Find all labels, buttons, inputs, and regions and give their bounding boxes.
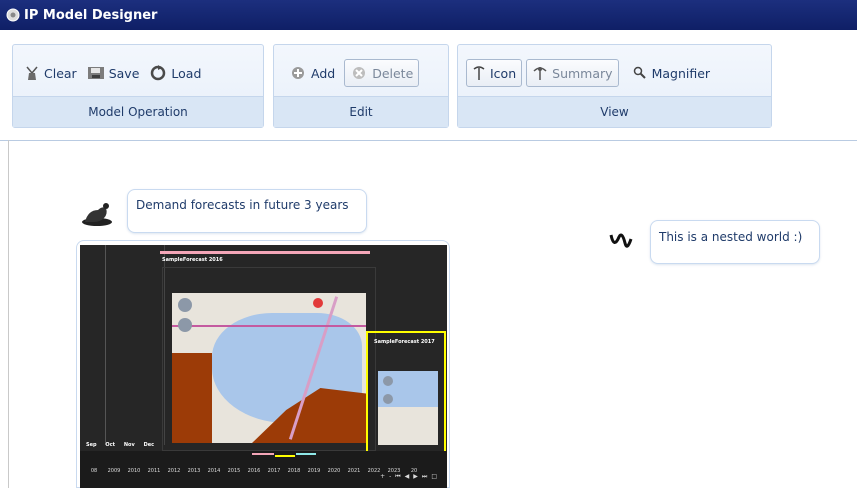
- group-view: Icon Summary Magnifier View: [457, 44, 772, 128]
- glyph-icon[interactable]: [609, 229, 633, 253]
- timeline[interactable]: 08 2009 2010 2011 2012 2013 2014 2015 2016 2017 20…: [80, 451, 447, 488]
- clear-button[interactable]: Clear: [19, 59, 82, 87]
- tree-icon: [473, 66, 485, 80]
- group-edit: Add Delete Edit: [273, 44, 449, 128]
- forecast-2016-bar: [160, 251, 370, 254]
- save-icon: [87, 67, 104, 79]
- map-tile-2017: [378, 371, 438, 445]
- magnifier-button[interactable]: Magnifier: [627, 59, 715, 87]
- layer-control-icon[interactable]: [381, 375, 395, 411]
- node-label: This is a nested world :): [659, 230, 803, 244]
- panel-title-2016: SampleForecast 2016: [162, 257, 223, 263]
- icon-view-button[interactable]: Icon: [466, 59, 523, 87]
- save-button[interactable]: Save: [82, 59, 145, 87]
- summary-view-button[interactable]: Summary: [526, 59, 619, 87]
- magnifier-icon: [633, 66, 646, 79]
- panel-title-2017: SampleForecast 2017: [374, 339, 435, 345]
- node-demand-forecasts[interactable]: Demand forecasts in future 3 years: [127, 189, 367, 233]
- add-button[interactable]: Add: [284, 59, 340, 87]
- seal-icon[interactable]: [80, 198, 114, 228]
- broom-icon: [26, 66, 38, 80]
- month-axis: Sep Oct Nov Dec: [86, 442, 155, 448]
- delete-icon: [353, 67, 366, 79]
- layer-control-icon[interactable]: [176, 297, 194, 337]
- delete-button[interactable]: Delete: [344, 59, 420, 87]
- map-pin-icon: [313, 298, 323, 308]
- node-nested-world[interactable]: This is a nested world :): [650, 220, 820, 264]
- canvas-left-border: [8, 140, 9, 488]
- load-icon: [151, 65, 166, 81]
- load-button[interactable]: Load: [144, 59, 206, 87]
- group-model-operation: Clear Save Load Model Operation: [12, 44, 264, 128]
- forecast-map-view[interactable]: SampleForecast 2016 SampleForecast 2017 …: [80, 245, 447, 488]
- node-label: Demand forecasts in future 3 years: [136, 198, 349, 212]
- window-title: IP Model Designer: [24, 7, 158, 23]
- timeline-nav[interactable]: +-⏮◀▶⏭□: [380, 473, 441, 481]
- year-axis: 08 2009 2010 2011 2012 2013 2014 2015 2016 2017 20…: [90, 468, 418, 474]
- add-icon: [292, 67, 304, 79]
- group-label-edit: Edit: [274, 96, 448, 127]
- group-label-view: View: [458, 96, 771, 127]
- title-bar: IP Model Designer: [0, 0, 857, 30]
- summary-icon: [533, 67, 547, 80]
- ribbon-toolbar: Clear Save Load Model Operation Add Dele…: [0, 38, 857, 141]
- app-icon: [6, 8, 20, 22]
- map-tile: [172, 293, 366, 443]
- group-label-model-operation: Model Operation: [13, 96, 263, 127]
